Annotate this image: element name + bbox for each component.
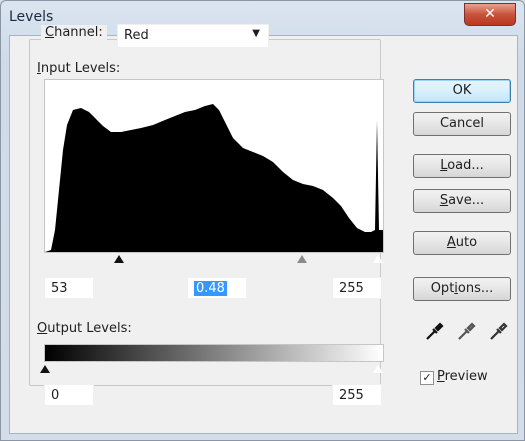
input-black-field[interactable]: 53 — [44, 277, 94, 299]
output-levels-slider[interactable] — [40, 364, 384, 377]
checkmark-icon[interactable]: ✓ — [420, 371, 434, 385]
channel-label: Channel: — [41, 25, 107, 40]
window-title: Levels — [9, 9, 54, 25]
output-black-field[interactable]: 0 — [44, 384, 94, 406]
ok-button[interactable]: OK — [413, 79, 511, 103]
close-icon: ✕ — [484, 6, 496, 22]
load-button[interactable]: Load... — [413, 154, 511, 178]
output-gradient-bar — [44, 344, 384, 362]
chevron-down-icon: ▼ — [252, 28, 260, 39]
output-black-handle[interactable] — [40, 365, 50, 373]
input-gamma-field[interactable]: 0.48 — [187, 277, 247, 299]
input-white-field[interactable]: 255 — [332, 277, 382, 299]
output-white-field[interactable]: 255 — [332, 384, 382, 406]
options-button[interactable]: Options... — [413, 277, 511, 301]
input-levels-slider[interactable] — [44, 254, 384, 267]
preview-label: Preview — [437, 369, 488, 384]
eyedropper-group — [421, 321, 511, 343]
input-gamma-handle[interactable] — [297, 255, 307, 263]
close-button[interactable]: ✕ — [464, 3, 516, 26]
eyedropper-black-icon[interactable] — [423, 321, 445, 343]
input-levels-label: Input Levels: — [37, 61, 121, 76]
auto-button[interactable]: Auto — [413, 231, 511, 255]
levels-dialog: Levels ✕ Channel: Red ▼ Input Levels: 53… — [0, 0, 525, 441]
cancel-button[interactable]: Cancel — [413, 112, 511, 136]
output-white-handle[interactable] — [372, 364, 384, 374]
input-white-point-handle[interactable] — [372, 254, 384, 264]
save-button[interactable]: Save... — [413, 189, 511, 213]
channel-value: Red — [124, 28, 149, 43]
eyedropper-gray-icon[interactable] — [455, 321, 477, 343]
input-black-point-handle[interactable] — [114, 255, 124, 263]
histogram-shape — [45, 104, 383, 252]
channel-select[interactable]: Red ▼ — [117, 24, 269, 48]
output-levels-label: Output Levels: — [37, 321, 132, 336]
histogram — [44, 79, 384, 253]
eyedropper-white-icon[interactable] — [487, 321, 509, 343]
